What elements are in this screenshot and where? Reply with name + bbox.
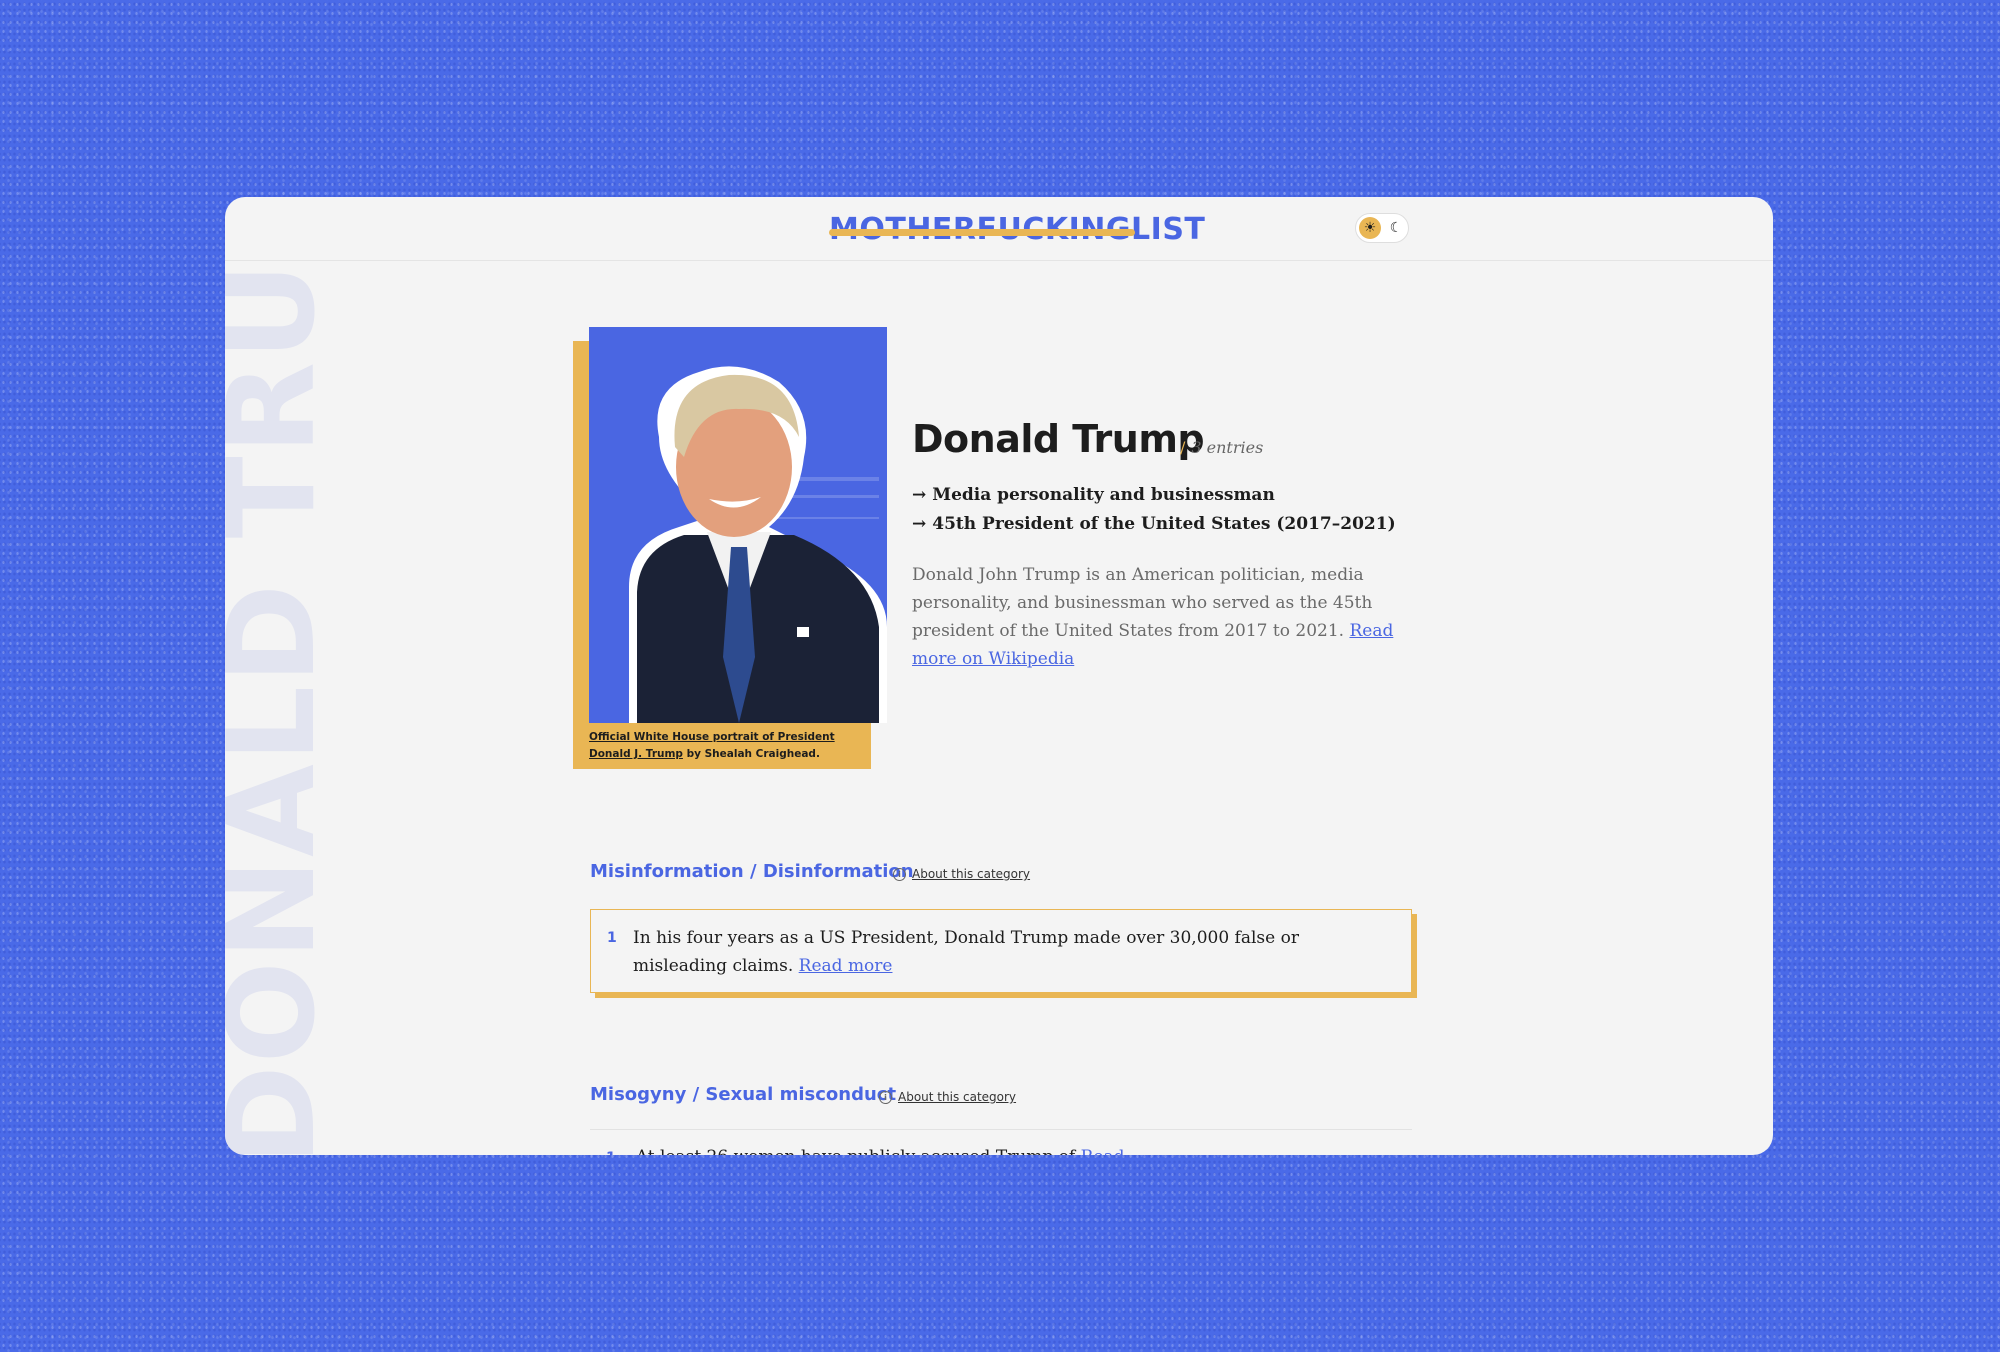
entry-read-more-link[interactable]: Read more (799, 956, 893, 976)
site-logo[interactable]: MOTHERFUCKINGLIST (829, 210, 1205, 250)
portrait-caption-credit: by Shealah Craighead. (682, 748, 820, 760)
role-item: → 45th President of the United States (20… (912, 514, 1396, 534)
bio-body: Donald John Trump is an American politic… (912, 565, 1373, 641)
entries-count: /3 entries (1180, 438, 1264, 457)
entry-number: 1 (607, 930, 617, 946)
vertical-name-watermark: DONALD TRUMP (225, 265, 323, 1155)
roles-list: → Media personality and businessman → 45th… (912, 481, 1432, 539)
moon-icon[interactable]: ☾ (1386, 217, 1406, 239)
category-title-misogyny: Misogyny / Sexual misconduct (590, 1084, 897, 1105)
sun-icon[interactable]: ☀ (1359, 217, 1381, 239)
section-divider (590, 1129, 1412, 1130)
entry-read-more-link[interactable]: Read (1081, 1147, 1125, 1155)
person-name: Donald Trump (912, 417, 1205, 461)
bio-text: Donald John Trump is an American politic… (912, 561, 1412, 673)
entry-text: In his four years as a US President, Don… (633, 928, 1299, 976)
portrait-image (589, 327, 887, 723)
portrait-caption: Official White House portrait of Preside… (589, 729, 873, 763)
info-icon: i (879, 1091, 892, 1104)
about-category-link[interactable]: i About this category (893, 867, 1030, 881)
logo-plain-text: LIST (1131, 212, 1206, 247)
info-icon: i (893, 868, 906, 881)
portrait-card: Official White House portrait of Preside… (573, 327, 887, 777)
top-bar: MOTHERFUCKINGLIST ☀ ☾ (225, 197, 1773, 261)
theme-toggle[interactable]: ☀ ☾ (1355, 213, 1409, 243)
app-window: MOTHERFUCKINGLIST ☀ ☾ DONALD TRUMP (225, 197, 1773, 1155)
entry-card: 1 In his four years as a US President, D… (590, 909, 1412, 993)
role-item: → Media personality and businessman (912, 485, 1275, 505)
arrow-right-icon: → (912, 514, 927, 534)
arrow-right-icon: → (912, 485, 927, 505)
category-title-misinformation: Misinformation / Disinformation (590, 861, 914, 882)
logo-struck-text: MOTHERFUCKING (829, 210, 1136, 250)
entry-row-partial: 1At least 26 women have publicly accused… (590, 1147, 1412, 1155)
entries-count-text: 3 entries (1191, 438, 1264, 457)
about-category-link[interactable]: i About this category (879, 1090, 1016, 1104)
